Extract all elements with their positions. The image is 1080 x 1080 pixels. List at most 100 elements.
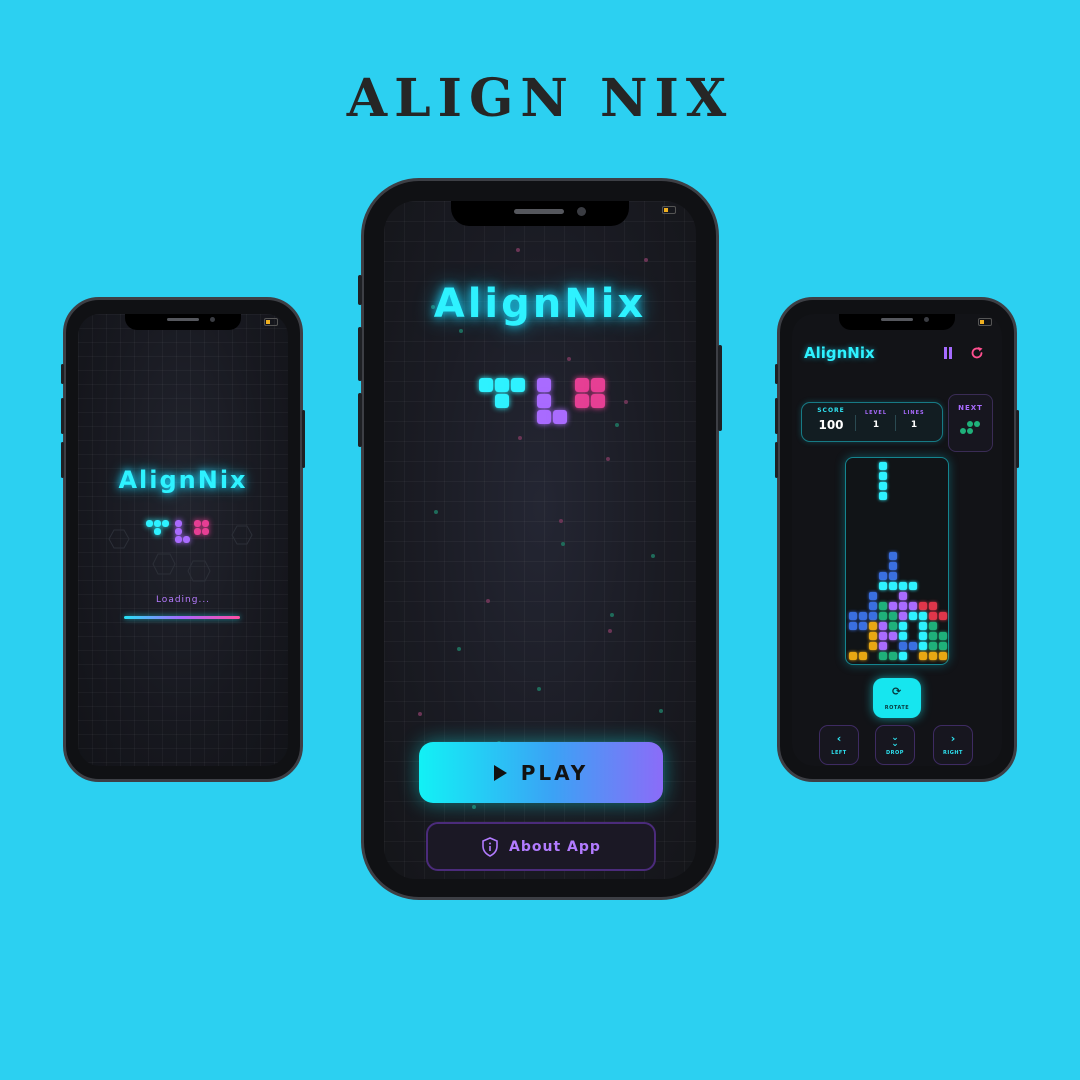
board-block [859, 652, 867, 660]
logo-block [536, 378, 551, 392]
shield-info-icon [482, 836, 498, 857]
game-title: AlignNix [804, 344, 875, 362]
particle-dot [516, 248, 520, 252]
board-block [869, 592, 877, 600]
board-block [879, 652, 887, 660]
board-block [919, 632, 927, 640]
home-title: AlignNix [433, 281, 647, 327]
particle-dot [418, 712, 422, 716]
chevron-right-icon: › [950, 732, 956, 745]
mute-switch [358, 275, 362, 305]
board-block [939, 642, 947, 650]
play-icon [493, 764, 507, 781]
logo-block [575, 394, 589, 408]
particle-dot [434, 510, 438, 514]
mute-switch [61, 364, 64, 384]
volume-down-button [775, 442, 778, 478]
particle-dot [518, 436, 522, 440]
board-block [919, 612, 927, 620]
board-block [879, 612, 887, 620]
logo-block [479, 378, 493, 392]
board-block [859, 612, 867, 620]
phone-loading-screen: AlignNix Loading... [61, 297, 305, 782]
restart-icon[interactable] [970, 346, 984, 360]
board-block [879, 462, 887, 470]
move-left-button[interactable]: ‹ LEFT [819, 725, 859, 765]
particle-dot [457, 647, 461, 651]
particle-dot [644, 258, 648, 262]
board-block [899, 592, 907, 600]
particle-dot [624, 400, 628, 404]
volume-up-button [775, 398, 778, 434]
power-button [718, 345, 722, 431]
particle-dot [561, 542, 565, 546]
board-block [889, 572, 897, 580]
board-block [919, 622, 927, 630]
next-label: NEXT [958, 404, 983, 412]
board-block [939, 612, 947, 620]
notch [839, 314, 955, 330]
about-app-label: About App [509, 838, 601, 855]
logo-block [511, 378, 525, 392]
volume-up-button [61, 398, 64, 434]
board-block [879, 632, 887, 640]
phone-home-screen: AlignNix PLAY About App [358, 178, 722, 900]
board-block [869, 642, 877, 650]
particle-dot [615, 423, 619, 427]
stats-panel: SCORE 100 LEVEL 1 LINES 1 [801, 402, 943, 442]
board-block [899, 652, 907, 660]
level-value: 1 [872, 420, 880, 430]
rotate-button[interactable]: ⟳ ROTATE [873, 678, 921, 718]
board-block [909, 602, 917, 610]
double-chevron-down-icon: ⌄ ⌄ [891, 733, 899, 749]
speaker [514, 209, 564, 214]
play-button-label: PLAY [520, 760, 589, 785]
lines-stat: LINES 1 [902, 410, 926, 430]
next-piece-block [967, 428, 973, 434]
drop-button[interactable]: ⌄ ⌄ DROP [875, 725, 915, 765]
move-right-button[interactable]: › RIGHT [933, 725, 973, 765]
board-block [879, 582, 887, 590]
board-block [929, 632, 937, 640]
board-block [879, 472, 887, 480]
stat-divider [855, 415, 856, 431]
battery-icon [978, 318, 992, 326]
logo-block [591, 394, 605, 408]
particle-dot [537, 687, 541, 691]
board-block [869, 622, 877, 630]
lines-value: 1 [910, 420, 918, 430]
loading-progress-bar [124, 616, 240, 619]
board-block [939, 632, 947, 640]
board-block [849, 652, 857, 660]
next-piece-preview [960, 421, 984, 437]
next-piece-block [974, 421, 980, 427]
loading-status: Loading... [155, 595, 211, 605]
board-block [899, 612, 907, 620]
particle-dot [459, 329, 463, 333]
board-block [869, 612, 877, 620]
pause-icon[interactable] [943, 347, 953, 359]
score-stat: SCORE 100 [812, 407, 850, 432]
loading-screen: AlignNix Loading... [78, 314, 288, 766]
stat-divider [895, 415, 896, 431]
game-board [845, 457, 949, 665]
hexagon-decoration [108, 525, 253, 582]
particle-dot [606, 457, 610, 461]
board-block [899, 632, 907, 640]
board-block [889, 652, 897, 660]
phone-game-screen: AlignNix SCORE 100 LEVEL 1 LINES 1 NEXT [775, 297, 1019, 782]
about-app-button[interactable]: About App [426, 822, 656, 871]
board-block [849, 612, 857, 620]
next-piece-panel: NEXT [948, 394, 993, 452]
board-block [889, 612, 897, 620]
board-block [919, 642, 927, 650]
particle-dot [559, 519, 563, 523]
board-block [889, 562, 897, 570]
speaker [881, 318, 913, 321]
particle-dot [651, 554, 655, 558]
next-piece-block [960, 428, 966, 434]
particle-dot [608, 629, 612, 633]
board-block [889, 602, 897, 610]
play-button[interactable]: PLAY [419, 742, 663, 803]
board-block [889, 622, 897, 630]
